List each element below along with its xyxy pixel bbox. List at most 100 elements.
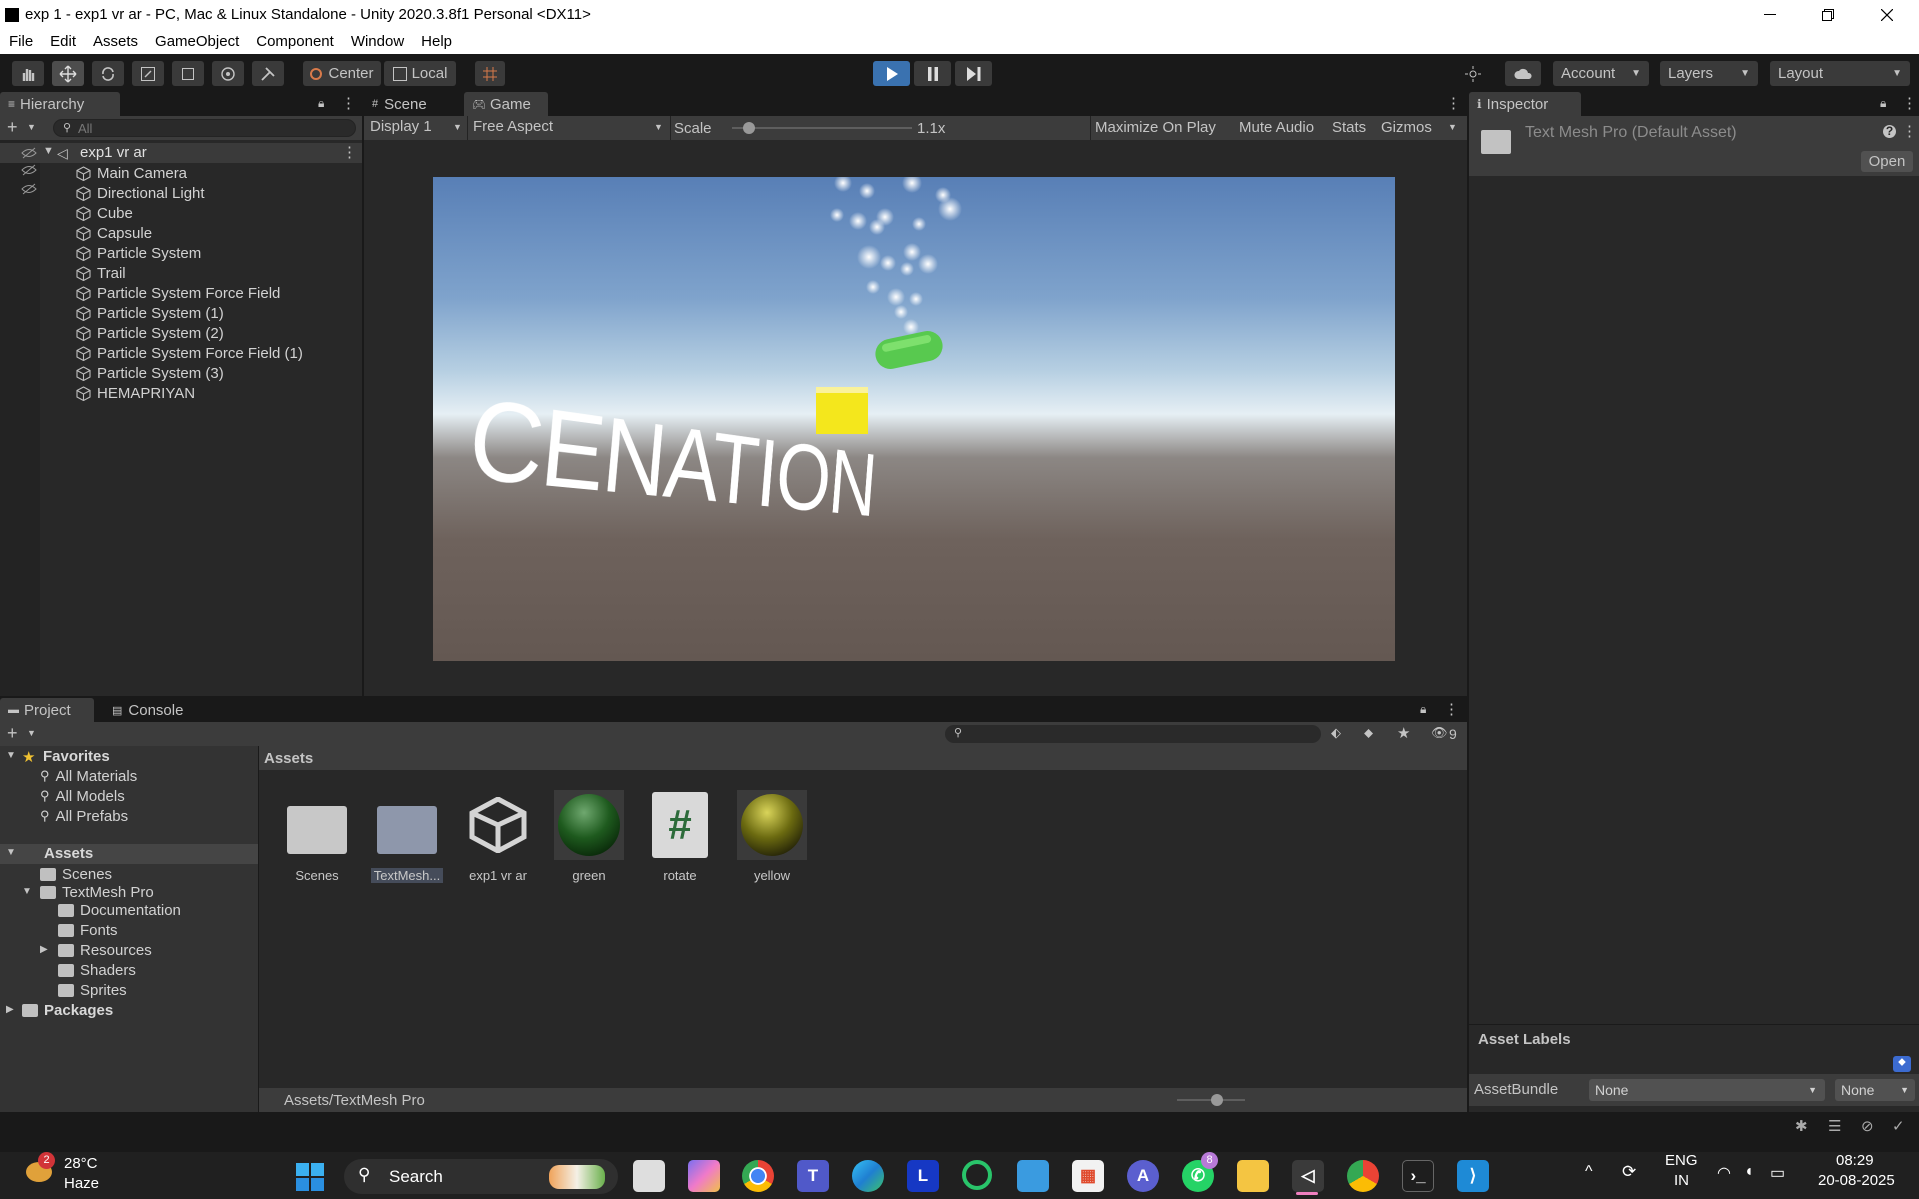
hierarchy-item[interactable]: Particle System Force Field [76, 283, 280, 303]
scale-tool-button[interactable] [132, 61, 164, 86]
zoom-slider[interactable] [1177, 1094, 1245, 1106]
hierarchy-item[interactable]: Capsule [76, 223, 152, 243]
expand-arrow-icon[interactable]: ▼ [43, 145, 54, 157]
scale-slider[interactable] [732, 122, 912, 134]
chrome-profile-icon[interactable] [1347, 1160, 1379, 1192]
assets-breadcrumb[interactable]: Assets [264, 750, 313, 767]
tab-console[interactable]: ▤ Console [104, 698, 204, 722]
label-tag-icon[interactable]: ⬥ [1893, 1056, 1911, 1072]
hierarchy-item[interactable]: Particle System Force Field (1) [76, 343, 303, 363]
tab-hierarchy[interactable]: ≡ Hierarchy [0, 92, 120, 116]
bug-icon[interactable]: ✱ [1795, 1117, 1808, 1135]
unity-taskbar-icon[interactable]: ◁ [1292, 1160, 1324, 1192]
services-button[interactable] [1458, 61, 1488, 86]
assets-root-row[interactable]: ▼ Assets [0, 844, 258, 864]
more-options-icon[interactable]: ⋮ [1902, 94, 1917, 112]
sync-app-icon[interactable] [962, 1160, 992, 1190]
hierarchy-item[interactable]: Trail [76, 263, 126, 283]
minimize-button[interactable] [1747, 0, 1793, 29]
layers-dropdown[interactable]: Layers ▼ [1660, 61, 1758, 86]
account-dropdown[interactable]: Account ▼ [1553, 61, 1649, 86]
favorite-item[interactable]: ⚲ All Materials [40, 766, 137, 786]
more-options-icon[interactable]: ⋮ [1902, 122, 1917, 140]
region-label[interactable]: IN [1674, 1172, 1689, 1189]
copilot-icon[interactable] [688, 1160, 720, 1192]
close-button[interactable] [1864, 0, 1910, 29]
scene-options-icon[interactable]: ⋮ [342, 143, 357, 161]
cache-icon[interactable]: ☰ [1828, 1117, 1841, 1135]
vscode-icon[interactable]: ⟩ [1457, 1160, 1489, 1192]
volume-icon[interactable]: ◖ [1744, 1163, 1754, 1181]
hierarchy-item[interactable]: Main Camera [76, 163, 187, 183]
lock-icon[interactable]: 🔒︎ [1880, 96, 1886, 111]
asset-yellow-material[interactable]: yellow [732, 790, 812, 883]
tray-chevron-up-icon[interactable]: ^ [1585, 1163, 1593, 1181]
packages-root-row[interactable]: Packages [22, 1000, 113, 1020]
gizmos-toggle[interactable]: Gizmos [1381, 119, 1432, 136]
task-view-icon[interactable] [633, 1160, 665, 1192]
rect-tool-button[interactable] [172, 61, 204, 86]
variant-dropdown[interactable]: None ▼ [1835, 1079, 1915, 1101]
asset-scenes[interactable]: Scenes [277, 790, 357, 883]
restore-button[interactable] [1805, 0, 1851, 29]
collab-button[interactable] [1505, 61, 1541, 86]
clock-date[interactable]: 20-08-2025 [1818, 1172, 1895, 1189]
filter-type-icon[interactable]: ⬖ [1331, 725, 1341, 741]
pause-button[interactable] [914, 61, 951, 86]
store-icon[interactable]: ▦ [1072, 1160, 1104, 1192]
favorite-item[interactable]: ⚲ All Prefabs [40, 806, 128, 826]
menu-gameobject[interactable]: GameObject [155, 33, 239, 50]
maximize-on-play-toggle[interactable]: Maximize On Play [1095, 119, 1216, 136]
l-app-icon[interactable]: L [907, 1160, 939, 1192]
hand-tool-button[interactable] [12, 61, 44, 86]
language-label[interactable]: ENG [1665, 1152, 1698, 1169]
add-icon[interactable]: + [7, 723, 18, 744]
zoom-slider-thumb[interactable] [1211, 1094, 1223, 1106]
start-button[interactable] [296, 1163, 324, 1191]
pivot-local-toggle[interactable]: Local [384, 61, 456, 86]
visibility-toggle[interactable] [21, 183, 37, 195]
asset-scene-file[interactable]: exp1 vr ar [458, 790, 538, 883]
arc-app-icon[interactable]: A [1127, 1160, 1159, 1192]
menu-help[interactable]: Help [421, 33, 452, 50]
mute-audio-toggle[interactable]: Mute Audio [1239, 119, 1314, 136]
help-icon[interactable]: ? [1883, 125, 1896, 138]
clock-time[interactable]: 08:29 [1836, 1152, 1874, 1169]
expand-arrow-icon[interactable]: ▼ [6, 750, 16, 761]
wifi-icon[interactable]: ◠ [1717, 1163, 1731, 1183]
expand-arrow-icon[interactable]: ▶ [6, 1004, 14, 1015]
folder-resources[interactable]: Resources [58, 940, 152, 960]
folder-fonts[interactable]: Fonts [58, 920, 118, 940]
chevron-down-icon[interactable]: ▼ [1448, 122, 1457, 132]
hierarchy-item[interactable]: Cube [76, 203, 133, 223]
folder-textmesh-pro[interactable]: TextMesh Pro [40, 882, 154, 902]
folder-documentation[interactable]: Documentation [58, 900, 181, 920]
custom-tool-button[interactable] [252, 61, 284, 86]
tab-inspector[interactable]: ℹ Inspector [1469, 92, 1581, 116]
chevron-down-icon[interactable]: ▼ [27, 728, 36, 738]
tab-game[interactable]: 🎮︎ Game [464, 92, 548, 116]
asset-textmesh-pro[interactable]: TextMesh... [367, 790, 447, 883]
favorite-item[interactable]: ⚲ All Models [40, 786, 125, 806]
folder-sprites[interactable]: Sprites [58, 980, 127, 1000]
display-dropdown[interactable]: Display 1 ▼ [367, 118, 467, 138]
chrome-icon[interactable] [742, 1160, 774, 1192]
play-button[interactable] [873, 61, 910, 86]
scale-slider-thumb[interactable] [742, 122, 755, 134]
folder-shaders[interactable]: Shaders [58, 960, 136, 980]
menu-file[interactable]: File [9, 33, 33, 50]
more-options-icon[interactable]: ⋮ [341, 94, 356, 112]
filter-label-icon[interactable]: ⬥ [1364, 725, 1373, 741]
update-icon[interactable]: ⟳ [1622, 1162, 1636, 1182]
lock-icon[interactable]: 🔒︎ [318, 96, 324, 111]
more-options-icon[interactable]: ⋮ [1446, 94, 1461, 112]
terminal-icon[interactable]: ›_ [1402, 1160, 1434, 1192]
folder-scenes[interactable]: Scenes [40, 864, 112, 884]
grid-snap-button[interactable] [475, 61, 505, 86]
visibility-toggle[interactable] [21, 147, 37, 159]
pivot-center-toggle[interactable]: Center [303, 61, 381, 86]
hierarchy-item[interactable]: Particle System (2) [76, 323, 224, 343]
asset-green-material[interactable]: green [549, 790, 629, 883]
menu-component[interactable]: Component [256, 33, 334, 50]
edge-icon[interactable] [852, 1160, 884, 1192]
